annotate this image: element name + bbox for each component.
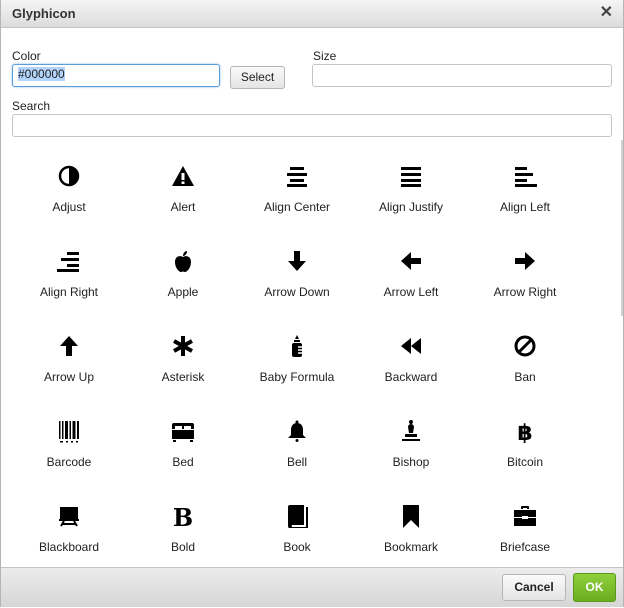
dialog-title: Glyphicon [12,6,76,21]
bed-icon [171,419,195,443]
glyph-label: Align Justify [378,200,444,214]
scrollbar[interactable] [621,140,623,316]
glyph-label: Bitcoin [506,455,544,469]
bishop-icon [399,419,423,443]
align-left-icon [513,164,537,188]
glyph-item[interactable]: Barcode [12,405,126,490]
glyph-label: Book [283,540,311,554]
glyphicon-dialog: Glyphicon ✕ Color #000000 Select Size Se… [0,0,624,607]
close-icon[interactable]: ✕ [600,5,613,21]
glyph-label: Baby Formula [259,370,335,384]
alert-icon [171,164,195,188]
glyph-item[interactable]: Bookmark [354,490,468,566]
size-input[interactable] [312,64,612,87]
color-input-value: #000000 [18,67,65,81]
glyph-label: Asterisk [161,370,205,384]
glyph-label: Arrow Left [383,285,439,299]
glyph-label: Briefcase [499,540,551,554]
glyph-label: Align Right [39,285,99,299]
backward-icon [399,334,423,358]
glyph-item[interactable]: Ban [468,320,582,405]
glyph-label: Bishop [392,455,430,469]
select-color-button[interactable]: Select [230,66,285,89]
ban-icon [513,334,537,358]
dialog-titlebar[interactable]: Glyphicon ✕ [1,0,623,28]
glyph-item[interactable]: Arrow Up [12,320,126,405]
glyph-item[interactable]: Bell [240,405,354,490]
glyph-item[interactable]: Book [240,490,354,566]
glyph-item[interactable]: Align Left [468,150,582,235]
cancel-button[interactable]: Cancel [502,574,566,601]
arrow-left-icon [399,249,423,273]
bold-icon: B [171,503,195,532]
book-icon [285,504,309,529]
glyph-item[interactable]: Arrow Right [468,235,582,320]
asterisk-icon [171,334,195,358]
glyph-item[interactable]: Backward [354,320,468,405]
glyph-label: Align Center [263,200,331,214]
bell-icon [285,419,309,443]
glyph-label: Bell [286,455,307,469]
glyph-label: Ban [514,370,536,384]
arrow-right-icon [513,249,537,273]
glyph-item[interactable]: Align Justify [354,150,468,235]
glyph-label: Backward [384,370,438,384]
briefcase-icon [513,504,537,528]
arrow-down-icon [285,249,309,273]
search-label: Search [12,99,51,113]
glyph-item[interactable]: Arrow Left [354,235,468,320]
glyph-item[interactable]: B Bold [126,490,240,566]
svg-text:B: B [173,504,193,528]
glyph-item[interactable]: Arrow Down [240,235,354,320]
glyph-item[interactable]: Briefcase [468,490,582,566]
baby-formula-icon [285,334,309,358]
align-justify-icon [399,164,423,188]
glyph-label: Bed [172,455,194,469]
dialog-footer: Cancel OK [1,567,623,607]
glyph-item[interactable]: Adjust [12,150,126,235]
align-right-icon [57,249,81,273]
glyph-item[interactable]: Baby Formula [240,320,354,405]
svg-text:฿: ฿ [517,421,532,443]
glyph-label: Arrow Right [493,285,557,299]
glyph-item[interactable]: Bed [126,405,240,490]
color-label: Color [12,49,41,63]
glyph-label: Bookmark [383,540,439,554]
blackboard-icon [57,504,81,528]
glyph-item[interactable]: Asterisk [126,320,240,405]
glyph-label: Bold [170,540,196,554]
glyph-label: Arrow Up [43,370,94,384]
search-input[interactable] [12,114,612,137]
glyph-label: Apple [167,285,199,299]
align-center-icon [285,164,309,188]
color-input[interactable]: #000000 [12,64,220,87]
adjust-icon [57,164,81,188]
apple-icon [171,249,195,273]
glyph-label: Blackboard [38,540,100,554]
glyph-label: Barcode [46,455,92,469]
glyph-item[interactable]: Alert [126,150,240,235]
bookmark-icon [399,504,423,528]
size-label: Size [313,49,337,63]
glyph-item[interactable]: Bishop [354,405,468,490]
ok-button[interactable]: OK [573,573,616,602]
glyph-item[interactable]: Blackboard [12,490,126,566]
glyph-item[interactable]: ฿ Bitcoin [468,405,582,490]
barcode-icon [57,419,81,443]
bitcoin-icon: ฿ [513,419,537,446]
glyph-item[interactable]: Align Right [12,235,126,320]
glyph-label: Alert [170,200,196,214]
glyph-label: Align Left [499,200,551,214]
glyph-grid: Adjust Alert Align Center Align Justify Alig… [12,150,582,566]
glyph-label: Adjust [52,200,86,214]
arrow-up-icon [57,334,81,358]
glyph-label: Arrow Down [264,285,330,299]
glyph-item[interactable]: Apple [126,235,240,320]
glyph-item[interactable]: Align Center [240,150,354,235]
